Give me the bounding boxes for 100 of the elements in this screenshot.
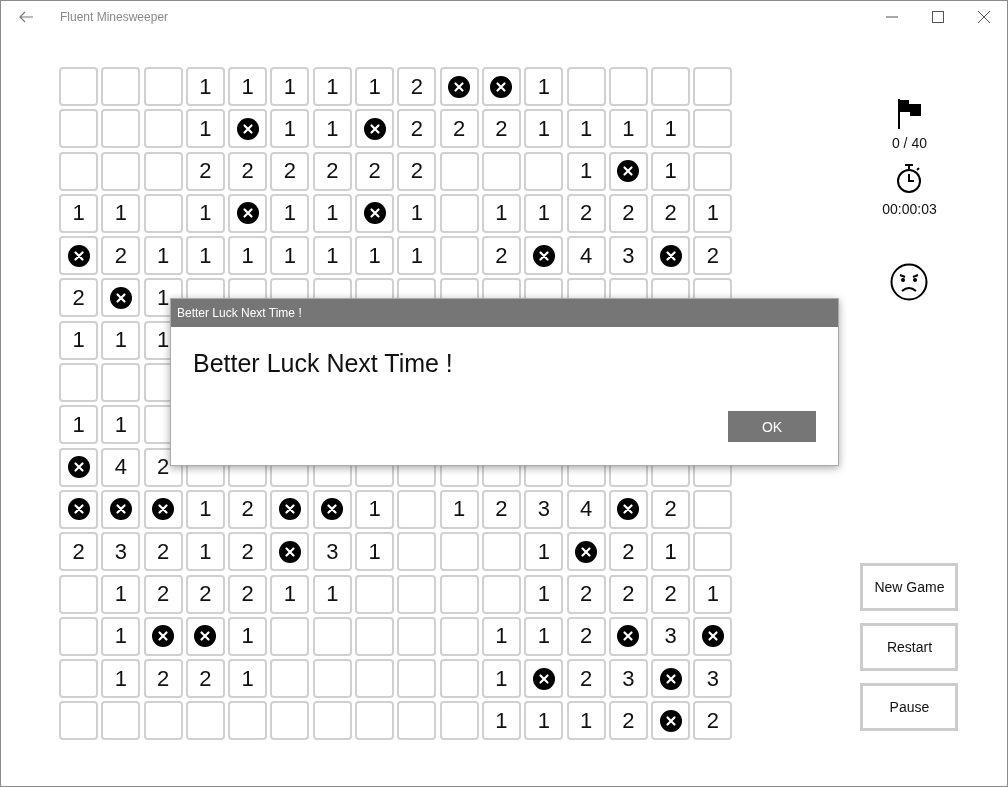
mine-cell[interactable]: [355, 193, 395, 233]
number-cell[interactable]: 1: [270, 193, 310, 233]
maximize-icon[interactable]: [932, 11, 944, 23]
number-cell[interactable]: 2: [228, 532, 268, 572]
number-cell[interactable]: 1: [312, 67, 352, 106]
mine-cell[interactable]: [651, 701, 691, 741]
number-cell[interactable]: 2: [693, 701, 733, 741]
number-cell[interactable]: 1: [270, 236, 310, 276]
number-cell[interactable]: 2: [693, 236, 733, 276]
empty-cell[interactable]: [693, 489, 733, 529]
number-cell[interactable]: 4: [101, 447, 141, 487]
game-button[interactable]: New Game: [860, 563, 959, 611]
number-cell[interactable]: 2: [481, 109, 521, 149]
number-cell[interactable]: 1: [185, 489, 225, 529]
number-cell[interactable]: 1: [185, 109, 225, 149]
mine-cell[interactable]: [101, 489, 141, 529]
number-cell[interactable]: 1: [185, 236, 225, 276]
number-cell[interactable]: 1: [355, 236, 395, 276]
empty-cell[interactable]: [101, 151, 141, 191]
empty-cell[interactable]: [228, 701, 268, 741]
empty-cell[interactable]: [270, 616, 310, 656]
number-cell[interactable]: 2: [651, 193, 691, 233]
number-cell[interactable]: 3: [101, 532, 141, 572]
empty-cell[interactable]: [270, 701, 310, 741]
number-cell[interactable]: 2: [397, 109, 437, 149]
number-cell[interactable]: 1: [481, 193, 521, 233]
empty-cell[interactable]: [439, 193, 479, 233]
empty-cell[interactable]: [101, 363, 141, 403]
number-cell[interactable]: 1: [228, 659, 268, 699]
empty-cell[interactable]: [355, 701, 395, 741]
number-cell[interactable]: 1: [185, 193, 225, 233]
number-cell[interactable]: 2: [481, 489, 521, 529]
number-cell[interactable]: 2: [651, 489, 691, 529]
empty-cell[interactable]: [59, 109, 98, 149]
empty-cell[interactable]: [143, 701, 183, 741]
mine-cell[interactable]: [608, 151, 648, 191]
empty-cell[interactable]: [312, 701, 352, 741]
number-cell[interactable]: 1: [185, 532, 225, 572]
number-cell[interactable]: 2: [566, 193, 606, 233]
empty-cell[interactable]: [355, 574, 395, 614]
empty-cell[interactable]: [397, 532, 437, 572]
empty-cell[interactable]: [143, 193, 183, 233]
empty-cell[interactable]: [566, 67, 606, 106]
number-cell[interactable]: 1: [651, 109, 691, 149]
empty-cell[interactable]: [439, 532, 479, 572]
ok-button[interactable]: OK: [728, 411, 816, 442]
number-cell[interactable]: 1: [355, 532, 395, 572]
mine-cell[interactable]: [651, 659, 691, 699]
empty-cell[interactable]: [397, 659, 437, 699]
mine-cell[interactable]: [524, 659, 564, 699]
empty-cell[interactable]: [693, 532, 733, 572]
number-cell[interactable]: 1: [270, 109, 310, 149]
mine-cell[interactable]: [59, 447, 98, 487]
number-cell[interactable]: 3: [693, 659, 733, 699]
empty-cell[interactable]: [355, 616, 395, 656]
number-cell[interactable]: 2: [185, 151, 225, 191]
number-cell[interactable]: 2: [481, 236, 521, 276]
empty-cell[interactable]: [693, 109, 733, 149]
number-cell[interactable]: 2: [566, 616, 606, 656]
mine-cell[interactable]: [608, 489, 648, 529]
number-cell[interactable]: 1: [439, 489, 479, 529]
mine-cell[interactable]: [143, 616, 183, 656]
empty-cell[interactable]: [143, 151, 183, 191]
number-cell[interactable]: 3: [651, 616, 691, 656]
number-cell[interactable]: 1: [355, 67, 395, 106]
sad-face-icon[interactable]: [890, 263, 929, 301]
empty-cell[interactable]: [59, 659, 98, 699]
number-cell[interactable]: 2: [312, 151, 352, 191]
number-cell[interactable]: 1: [397, 193, 437, 233]
empty-cell[interactable]: [59, 616, 98, 656]
empty-cell[interactable]: [101, 67, 141, 106]
number-cell[interactable]: 2: [439, 109, 479, 149]
empty-cell[interactable]: [693, 67, 733, 106]
mine-cell[interactable]: [228, 193, 268, 233]
empty-cell[interactable]: [397, 489, 437, 529]
empty-cell[interactable]: [143, 109, 183, 149]
empty-cell[interactable]: [143, 67, 183, 106]
number-cell[interactable]: 1: [566, 151, 606, 191]
mine-cell[interactable]: [566, 532, 606, 572]
number-cell[interactable]: 1: [228, 616, 268, 656]
mine-cell[interactable]: [651, 236, 691, 276]
number-cell[interactable]: 1: [566, 701, 606, 741]
number-cell[interactable]: 2: [270, 151, 310, 191]
number-cell[interactable]: 2: [651, 574, 691, 614]
number-cell[interactable]: 2: [101, 236, 141, 276]
mine-cell[interactable]: [439, 67, 479, 106]
number-cell[interactable]: 1: [693, 193, 733, 233]
number-cell[interactable]: 3: [608, 236, 648, 276]
number-cell[interactable]: 2: [143, 574, 183, 614]
empty-cell[interactable]: [439, 574, 479, 614]
number-cell[interactable]: 1: [608, 109, 648, 149]
number-cell[interactable]: 1: [101, 574, 141, 614]
mine-cell[interactable]: [270, 532, 310, 572]
mine-cell[interactable]: [101, 278, 141, 318]
close-icon[interactable]: [978, 11, 990, 23]
number-cell[interactable]: 1: [185, 67, 225, 106]
empty-cell[interactable]: [608, 67, 648, 106]
number-cell[interactable]: 1: [651, 151, 691, 191]
number-cell[interactable]: 2: [228, 574, 268, 614]
number-cell[interactable]: 2: [228, 489, 268, 529]
